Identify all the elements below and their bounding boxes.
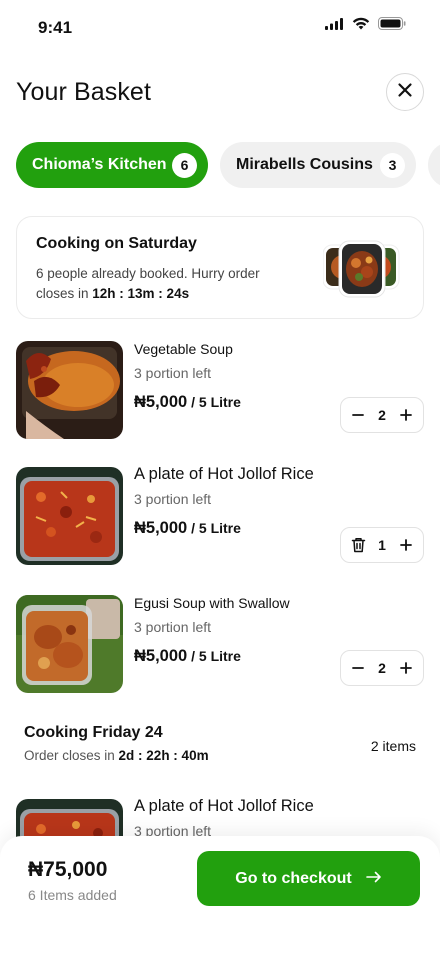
status-icons — [325, 17, 406, 35]
quantity-value: 2 — [378, 407, 386, 423]
plus-icon — [400, 539, 412, 551]
item-image — [16, 341, 123, 439]
item-portion-left: 3 portion left — [134, 365, 212, 381]
schedule-description: 6 people already booked. Hurry order clo… — [36, 264, 286, 304]
arrow-right-icon — [365, 870, 382, 888]
item-price-value: ₦5,000 — [134, 647, 188, 665]
item-name: A plate of Hot Jollof Rice — [134, 797, 314, 815]
status-bar: 9:41 — [0, 0, 440, 54]
cooking-schedule-card: Cooking on Saturday 6 people already boo… — [16, 216, 424, 319]
decrease-button[interactable] — [349, 406, 367, 424]
section-countdown: 2d : 22h : 40m — [118, 748, 209, 763]
tab-label: Mirabells Cousins — [236, 156, 373, 173]
tab-count-badge: 6 — [172, 152, 197, 178]
status-time: 9:41 — [38, 18, 73, 37]
item-name: A plate of Hot Jollof Rice — [134, 465, 314, 483]
section-desc-text: Order closes in — [24, 748, 119, 763]
checkout-button[interactable]: Go to checkout — [197, 851, 420, 906]
item-unit: / 5 Litre — [187, 394, 241, 410]
basket-total: ₦75,000 — [28, 858, 108, 881]
battery-icon — [378, 17, 406, 35]
minus-icon — [352, 667, 364, 669]
tab-chiomas-kitchen[interactable]: Chioma’s Kitchen 6 — [16, 142, 208, 188]
item-price: ₦5,000 / 5 Litre — [134, 647, 241, 666]
checkout-label: Go to checkout — [235, 869, 352, 887]
item-unit: / 5 Litre — [187, 648, 241, 664]
item-price: ₦5,000 / 5 Litre — [134, 393, 241, 412]
quantity-stepper: 2 — [340, 650, 424, 686]
increase-button[interactable] — [397, 536, 415, 554]
items-added-count: 6 Items added — [28, 887, 117, 903]
remove-button[interactable] — [349, 536, 367, 554]
section-item-count: 2 items — [370, 738, 416, 754]
page-title: Your Basket — [16, 78, 151, 106]
decrease-button[interactable] — [349, 659, 367, 677]
basket-item: Vegetable Soup 3 portion left ₦5,000 / 5… — [16, 341, 424, 439]
close-button[interactable] — [386, 73, 424, 111]
basket-item: Egusi Soup with Swallow 3 portion left ₦… — [16, 595, 424, 693]
schedule-countdown: 12h : 13m : 24s — [92, 286, 190, 301]
vendor-tabs: Chioma’s Kitchen 6 Mirabells Cousins 3 — [16, 142, 440, 188]
close-icon — [397, 82, 413, 103]
increase-button[interactable] — [397, 659, 415, 677]
item-image — [16, 595, 123, 693]
quantity-stepper: 2 — [340, 397, 424, 433]
plus-icon — [400, 409, 412, 421]
stacked-food-images — [322, 239, 401, 301]
item-price: ₦5,000 / 5 Litre — [134, 519, 241, 538]
item-price-value: ₦5,000 — [134, 519, 188, 537]
section-title: Cooking Friday 24 — [24, 724, 163, 741]
quantity-value: 2 — [378, 660, 386, 676]
item-image — [16, 467, 123, 565]
tab-overflow[interactable] — [428, 142, 440, 188]
tab-count-badge: 3 — [380, 152, 405, 178]
schedule-title: Cooking on Saturday — [36, 235, 197, 252]
item-name: Vegetable Soup — [134, 341, 233, 357]
tab-label: Chioma’s Kitchen — [32, 156, 167, 173]
item-price-value: ₦5,000 — [134, 393, 188, 411]
checkout-footer: ₦75,000 6 Items added Go to checkout — [0, 836, 440, 956]
plus-icon — [400, 662, 412, 674]
item-portion-left: 3 portion left — [134, 619, 212, 635]
tab-mirabells-cousins[interactable]: Mirabells Cousins 3 — [220, 142, 416, 188]
trash-icon — [351, 538, 365, 553]
item-name: Egusi Soup with Swallow — [134, 595, 290, 611]
increase-button[interactable] — [397, 406, 415, 424]
basket-item: A plate of Hot Jollof Rice 3 portion lef… — [16, 465, 424, 565]
signal-icon — [325, 17, 344, 35]
cooking-friday-section: Cooking Friday 24 Order closes in 2d : 2… — [24, 724, 416, 763]
item-unit: / 5 Litre — [187, 520, 241, 536]
section-description: Order closes in 2d : 22h : 40m — [24, 748, 416, 763]
item-portion-left: 3 portion left — [134, 491, 212, 507]
quantity-stepper: 1 — [340, 527, 424, 563]
minus-icon — [352, 414, 364, 416]
wifi-icon — [352, 17, 370, 35]
quantity-value: 1 — [378, 537, 386, 553]
